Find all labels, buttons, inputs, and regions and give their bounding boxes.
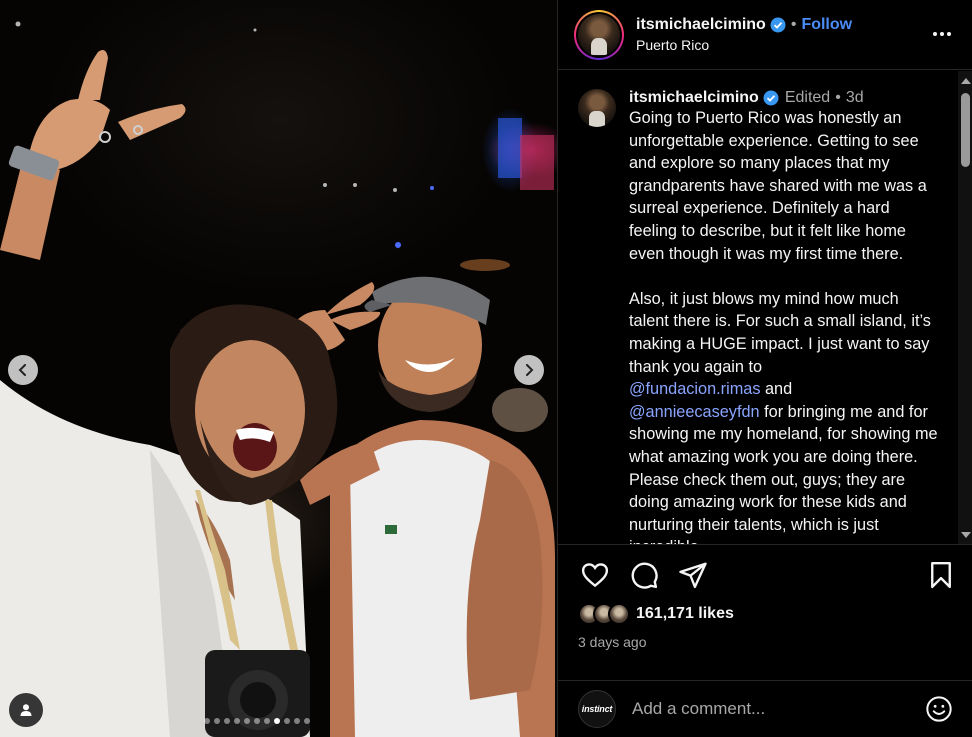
caption-text-part: and: [764, 380, 793, 399]
post-location[interactable]: Puerto Rico: [636, 37, 852, 53]
tagged-users-button[interactable]: [9, 693, 43, 727]
carousel-dot: [294, 718, 300, 724]
author-username[interactable]: itsmichaelcimino: [636, 16, 766, 34]
caption-author-avatar[interactable]: [578, 89, 616, 127]
edited-label: Edited: [784, 89, 831, 106]
carousel-dot: [284, 718, 290, 724]
comment-icon[interactable]: [629, 560, 659, 595]
carousel-dot: [264, 718, 270, 724]
caption-text-part: for bringing me and for showing me my ho…: [629, 402, 938, 544]
likes-row[interactable]: 161,171 likes: [578, 603, 734, 625]
chevron-left-icon: [18, 364, 26, 376]
carousel-indicator: [204, 718, 310, 724]
next-photo-button[interactable]: [514, 355, 544, 385]
previous-photo-button[interactable]: [8, 355, 38, 385]
caption-text-part: Going to Puerto Rico was honestly an unf…: [629, 109, 931, 376]
add-comment-bar: instinct: [558, 680, 972, 737]
carousel-dot: [224, 718, 230, 724]
follow-button[interactable]: Follow: [801, 16, 852, 34]
comments-scrollbar[interactable]: [958, 71, 972, 544]
comment-input[interactable]: [632, 699, 902, 719]
current-user-avatar: instinct: [578, 690, 616, 728]
verified-badge-icon: [763, 90, 779, 106]
comments-section: itsmichaelcimino Edited • 3d Going to Pu…: [558, 71, 972, 545]
mention-link[interactable]: @fundacion.rimas: [629, 380, 760, 398]
author-avatar[interactable]: [574, 9, 624, 60]
caption-username[interactable]: itsmichaelcimino: [629, 89, 759, 107]
emoji-icon[interactable]: [925, 695, 953, 723]
mention-link[interactable]: @annieecaseyfdn: [629, 403, 760, 421]
post-header: itsmichaelcimino • Follow Puerto Rico: [558, 0, 972, 70]
heart-icon[interactable]: [580, 560, 610, 595]
carousel-dot: [274, 718, 280, 724]
scroll-up-arrow[interactable]: [961, 78, 971, 84]
caption-dot: •: [835, 89, 841, 106]
caption-row: itsmichaelcimino Edited • 3d Going to Pu…: [558, 71, 972, 544]
carousel-dot: [214, 718, 220, 724]
carousel-dot: [304, 718, 310, 724]
share-icon[interactable]: [678, 560, 708, 595]
post-photo[interactable]: [0, 0, 557, 737]
action-bar: [578, 560, 958, 600]
photo-illustration: [0, 21, 555, 737]
carousel-dot: [204, 718, 210, 724]
caption-time[interactable]: 3d: [846, 89, 864, 107]
scroll-down-arrow[interactable]: [961, 532, 971, 538]
liker-avatars: [578, 603, 630, 625]
carousel-dot: [244, 718, 250, 724]
post-date[interactable]: 3 days ago: [578, 634, 647, 650]
verified-badge-icon: [770, 17, 786, 33]
user-tag-icon: [20, 704, 32, 716]
caption-text: Going to Puerto Rico was honestly an unf…: [629, 107, 939, 544]
scroll-thumb[interactable]: [961, 93, 970, 167]
post-detail-panel: itsmichaelcimino • Follow Puerto Rico it…: [557, 0, 972, 737]
more-options-icon[interactable]: [932, 24, 952, 49]
liker-avatar: [608, 603, 630, 625]
bookmark-icon[interactable]: [926, 560, 956, 595]
separator-dot: •: [790, 16, 797, 33]
carousel-dot: [234, 718, 240, 724]
carousel-dot: [254, 718, 260, 724]
likes-count[interactable]: 161,171 likes: [636, 605, 734, 623]
chevron-right-icon: [526, 364, 534, 376]
